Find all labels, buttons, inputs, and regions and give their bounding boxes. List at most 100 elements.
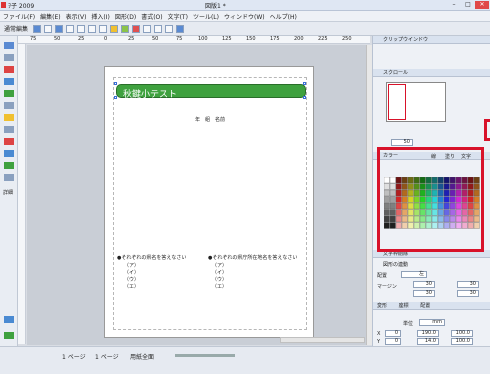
horizontal-scrollbar[interactable] (280, 337, 365, 343)
ruler-tick: 75 (176, 36, 183, 42)
zoom-tool-icon[interactable] (4, 174, 14, 181)
option-d: （エ） (124, 284, 140, 290)
clip-viewport-frame[interactable] (388, 84, 406, 120)
selection-handle[interactable] (303, 96, 306, 99)
align-select[interactable]: 左 (401, 271, 427, 278)
menu-file[interactable]: ファイル(F) (3, 12, 35, 21)
selection-handle[interactable] (114, 82, 117, 85)
height-percent-field[interactable]: 100.0 (451, 338, 473, 345)
option-b: （イ） (212, 270, 228, 276)
menu-help[interactable]: ヘルプ(H) (270, 12, 297, 21)
margin-field[interactable]: 30 (457, 290, 479, 297)
page-tool-icon[interactable] (4, 332, 14, 339)
height-field[interactable]: 14.0 (417, 338, 439, 345)
menu-window[interactable]: ウィンドウ(W) (224, 12, 265, 21)
paste-icon[interactable] (88, 24, 97, 33)
highlight-side-tab (484, 119, 490, 141)
title-text: 秋鍵小テスト (123, 90, 178, 100)
ruler-tick: 0 (104, 36, 108, 42)
detail-label[interactable]: 詳細 (3, 189, 13, 196)
status-bar: 1 ページ 1 ページ 用紙全面 (0, 346, 490, 374)
question2-heading: ●それぞれの県庁所在地名を答えなさい (208, 255, 298, 261)
margin-field[interactable]: 30 (413, 290, 435, 297)
stamp-tool-icon[interactable] (4, 138, 14, 145)
ruler-tick: 175 (270, 36, 280, 42)
option-a: （ア） (124, 263, 140, 269)
rect-tool-icon[interactable] (4, 78, 14, 85)
tab-transform[interactable]: 変形 (377, 303, 387, 309)
clip-window-title: クリップウインドウ (373, 36, 490, 44)
color-icon[interactable] (132, 24, 141, 33)
highlight-color-panel (377, 147, 484, 252)
cut-icon[interactable] (99, 24, 108, 33)
minimize-button[interactable]: – (447, 1, 461, 9)
redo-icon[interactable] (154, 24, 163, 33)
ruler-tick: 25 (78, 36, 85, 42)
ruler-tick: 125 (222, 36, 232, 42)
y-label: Y (377, 339, 381, 345)
ruler-tick: 50 (152, 36, 159, 42)
circle-tool-icon[interactable] (4, 102, 14, 109)
title-textbox[interactable]: 秋鍵小テスト (116, 84, 306, 100)
document-title: 図版1 * (205, 3, 226, 10)
maximize-button[interactable]: □ (461, 1, 475, 9)
question1-heading: ●それぞれの県名を答えなさい (117, 255, 187, 261)
open-icon[interactable] (44, 24, 53, 33)
line-tool-icon[interactable] (4, 66, 14, 73)
tab-coordinates[interactable]: 座標 (399, 303, 409, 309)
title-bar: ｦ子 2009 図版1 * – □ ✕ (0, 0, 490, 11)
copy-icon[interactable] (77, 24, 86, 33)
view-selector[interactable]: 用紙全面 (130, 352, 154, 361)
fill-icon[interactable] (121, 24, 130, 33)
undo-icon[interactable] (143, 24, 152, 33)
margin-field[interactable]: 30 (413, 281, 435, 288)
shape-icon[interactable] (110, 24, 119, 33)
transform-tabs: 変形 座標 配置 (373, 302, 490, 310)
grid-icon[interactable] (66, 24, 75, 33)
selection-handle[interactable] (303, 82, 306, 85)
app-logo-icon (1, 2, 6, 8)
help-icon[interactable] (176, 24, 185, 33)
pen-tool-icon[interactable] (4, 90, 14, 97)
unit-select[interactable]: mm (419, 319, 445, 326)
width-field[interactable]: 190.0 (417, 330, 439, 337)
paint-tool-icon[interactable] (4, 114, 14, 121)
x-field[interactable]: 0 (385, 330, 401, 337)
select-tool-icon[interactable] (4, 42, 14, 49)
layout-icon[interactable] (55, 24, 64, 33)
edit-mode-label: 通常編集 (4, 26, 29, 33)
layer-tool-icon[interactable] (4, 316, 14, 323)
menu-view[interactable]: 表示(V) (66, 12, 87, 21)
menu-format[interactable]: 書式(O) (141, 12, 162, 21)
option-a: （ア） (212, 263, 228, 269)
y-field[interactable]: 0 (385, 338, 401, 345)
ruler-tick: 50 (54, 36, 61, 42)
menu-tools[interactable]: ツール(L) (193, 12, 219, 21)
horizontal-ruler: 75 50 25 0 25 50 75 100 125 150 175 200 … (18, 36, 370, 44)
question2-options: （ア） （イ） （ウ） （エ） (212, 263, 227, 291)
zoom-field[interactable]: 50 (391, 139, 413, 146)
zoom-slider[interactable] (175, 354, 235, 357)
margin-field[interactable]: 30 (457, 281, 479, 288)
text-tool-icon[interactable] (4, 54, 14, 61)
menu-insert[interactable]: 挿入(I) (91, 12, 109, 21)
image-tool-icon[interactable] (4, 150, 14, 157)
align-label: 配置 (377, 273, 388, 279)
option-b: （イ） (124, 270, 140, 276)
close-button[interactable]: ✕ (475, 1, 489, 9)
ruler-tick: 200 (294, 36, 304, 42)
page-indicator[interactable]: 1 ページ (62, 352, 86, 361)
menu-text[interactable]: 文字(T) (168, 12, 188, 21)
fill-tool-icon[interactable] (4, 162, 14, 169)
menu-shape[interactable]: 図形(D) (115, 12, 136, 21)
auto-link-label[interactable]: 図形の連動 (383, 261, 408, 268)
width-percent-field[interactable]: 100.0 (451, 330, 473, 337)
tab-position[interactable]: 配置 (420, 303, 430, 309)
unit-label: 単位 (403, 321, 414, 327)
selection-handle[interactable] (114, 96, 117, 99)
menu-edit[interactable]: 編集(E) (40, 12, 60, 21)
zoom-icon[interactable] (165, 24, 174, 33)
save-icon[interactable] (33, 24, 42, 33)
vertical-ruler (18, 44, 26, 344)
table-tool-icon[interactable] (4, 126, 14, 133)
